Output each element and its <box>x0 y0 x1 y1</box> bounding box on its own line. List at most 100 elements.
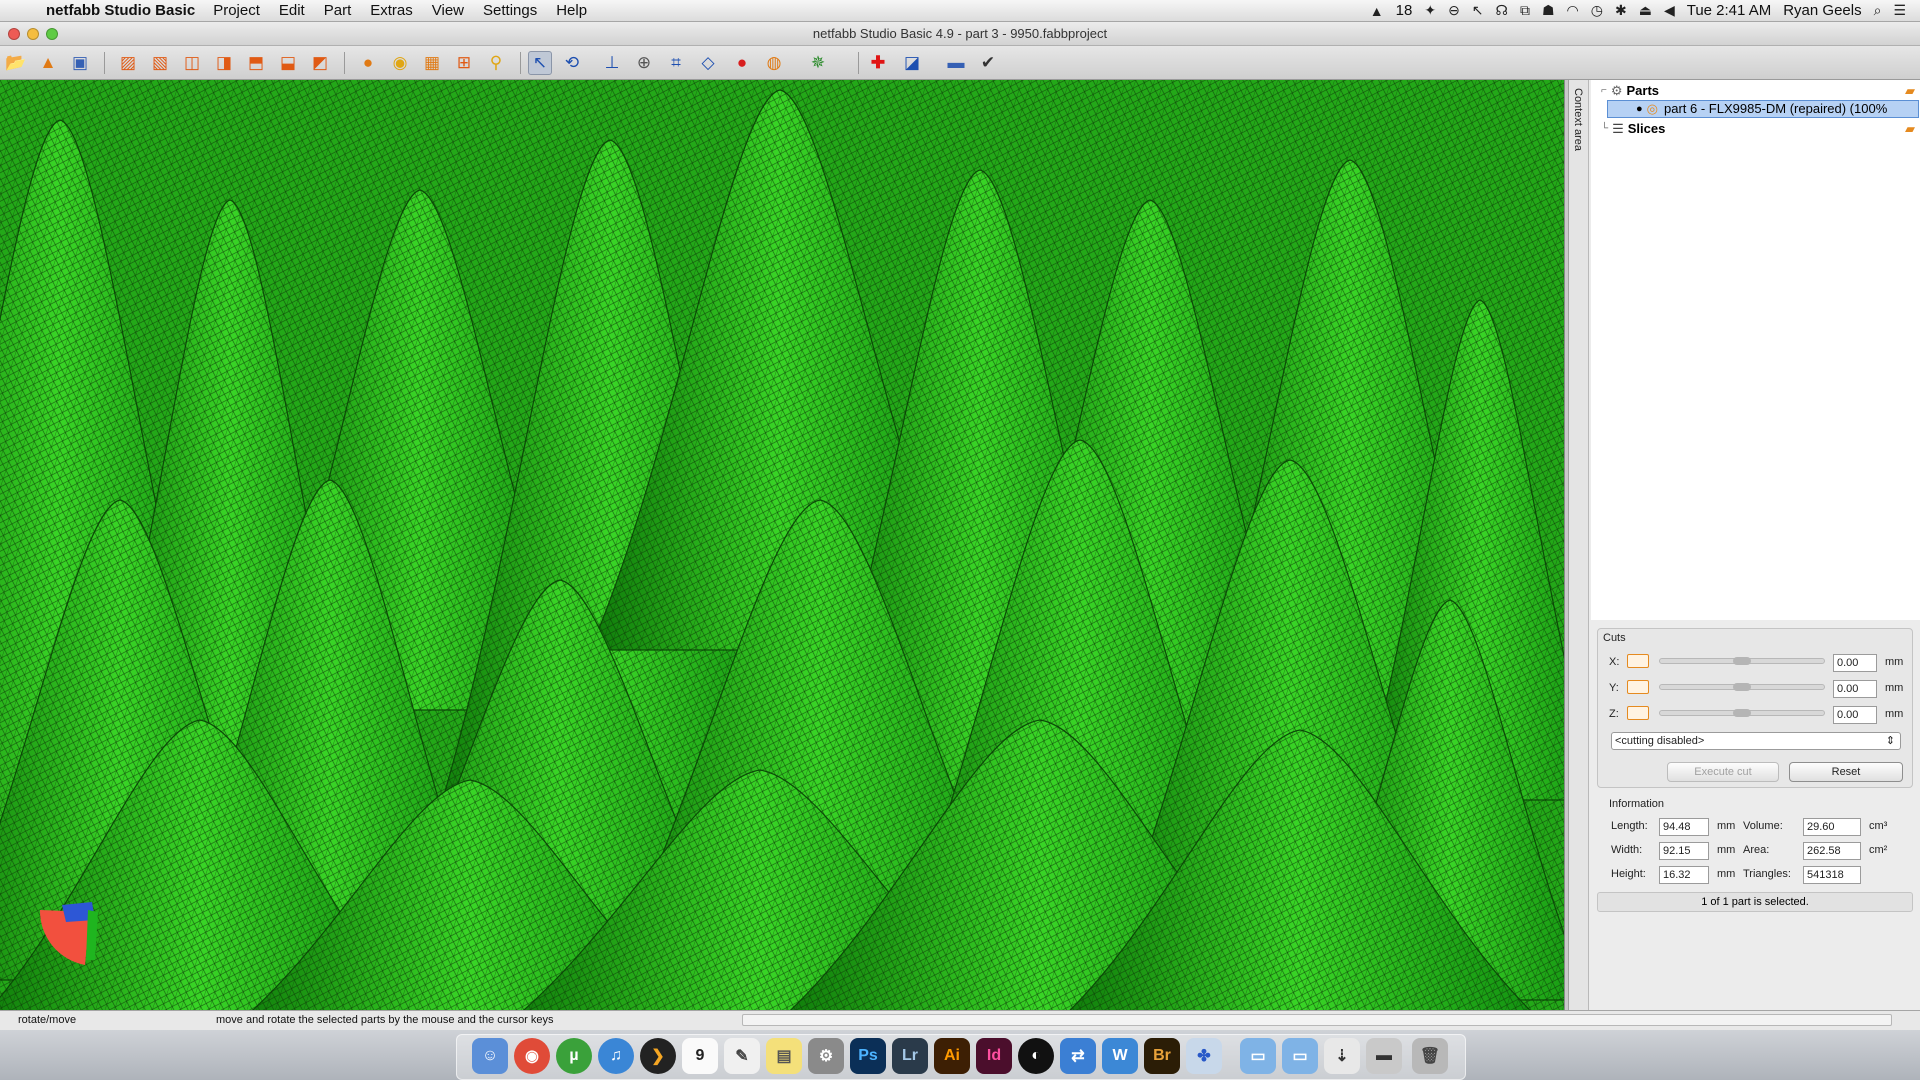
move-rotate-icon[interactable]: ⟲ <box>560 51 584 75</box>
downloads-icon[interactable]: ⇣ <box>1324 1038 1360 1074</box>
cut-mode-select[interactable]: <cutting disabled> ⇕ <box>1611 732 1901 750</box>
finder-icon[interactable]: ☺ <box>472 1038 508 1074</box>
view-front-icon[interactable]: ▨ <box>116 51 140 75</box>
close-window-button[interactable] <box>8 28 20 40</box>
eject-icon[interactable]: ⏏ <box>1639 2 1652 19</box>
photoshop-icon[interactable]: Ps <box>850 1038 886 1074</box>
utorrent-icon[interactable]: µ <box>556 1038 592 1074</box>
wireframe-icon[interactable]: ▦ <box>420 51 444 75</box>
slices-action-icon[interactable]: ▰ <box>1905 120 1915 138</box>
lightroom-icon[interactable]: Lr <box>892 1038 928 1074</box>
bridge-icon[interactable]: Br <box>1144 1038 1180 1074</box>
system-prefs-icon[interactable]: ⚙ <box>808 1038 844 1074</box>
volume-icon[interactable]: ◀ <box>1664 2 1675 19</box>
time-machine-icon[interactable]: ◷ <box>1591 2 1603 19</box>
menu-view[interactable]: View <box>432 2 464 19</box>
textedit-icon[interactable]: ✎ <box>724 1038 760 1074</box>
chrome-icon[interactable]: ◉ <box>514 1038 550 1074</box>
cut-x-input[interactable]: 0.00 <box>1833 654 1877 672</box>
stickies-icon[interactable]: ▤ <box>766 1038 802 1074</box>
view-left-icon[interactable]: ◫ <box>180 51 204 75</box>
part-visible-icon[interactable]: ● <box>1636 100 1643 118</box>
cut-x-slider-thumb[interactable] <box>1733 657 1751 665</box>
folder-icon[interactable]: ▭ <box>1282 1038 1318 1074</box>
screen-icon[interactable]: ⧉ <box>1520 2 1530 19</box>
view-bottom-icon[interactable]: ⬓ <box>276 51 300 75</box>
spotlight-icon[interactable]: ⌕ <box>1874 2 1882 19</box>
tree-node-parts[interactable]: ⌐ ⚙ Parts ▰ <box>1601 82 1917 100</box>
menu-settings[interactable]: Settings <box>483 2 537 19</box>
execute-cut-button[interactable]: Execute cut <box>1667 762 1779 782</box>
menu-edit[interactable]: Edit <box>279 2 305 19</box>
robot-icon[interactable]: ☗ <box>1542 2 1555 19</box>
ableton-icon[interactable]: ◐ <box>1018 1038 1054 1074</box>
globe-icon[interactable]: ◍ <box>762 51 786 75</box>
cut-z-slider-thumb[interactable] <box>1733 709 1751 717</box>
menu-extras[interactable]: Extras <box>370 2 413 19</box>
minimize-window-button[interactable] <box>27 28 39 40</box>
menu-help[interactable]: Help <box>556 2 587 19</box>
illustrator-icon[interactable]: Ai <box>934 1038 970 1074</box>
cut-z-toggle[interactable] <box>1627 706 1649 720</box>
adobe-tray-icon[interactable]: ▲ <box>1370 3 1384 19</box>
parts-action-icon[interactable]: ▰ <box>1905 82 1915 100</box>
slice-icon[interactable]: ◪ <box>900 51 924 75</box>
user-name[interactable]: Ryan Geels <box>1783 2 1861 19</box>
app-menu[interactable]: netfabb Studio Basic <box>46 2 195 19</box>
solid-icon[interactable]: ◉ <box>388 51 412 75</box>
tree-expander-icon[interactable]: ⌐ <box>1601 82 1607 100</box>
wand-icon[interactable]: ✵ <box>806 51 830 75</box>
netfabb-icon[interactable]: ✤ <box>1186 1038 1222 1074</box>
context-area-tab[interactable]: Context area <box>1569 80 1589 1010</box>
view-top-icon[interactable]: ⬒ <box>244 51 268 75</box>
menu-part[interactable]: Part <box>324 2 352 19</box>
zoom-window-button[interactable] <box>46 28 58 40</box>
view-back-icon[interactable]: ▧ <box>148 51 172 75</box>
mesh-render[interactable] <box>0 80 1565 1010</box>
plex-icon[interactable]: ❯ <box>640 1038 676 1074</box>
clock[interactable]: Tue 2:41 AM <box>1687 2 1772 19</box>
repair-cross-icon[interactable]: ✚ <box>866 51 890 75</box>
itunes-icon[interactable]: ♫ <box>598 1038 634 1074</box>
view-right-icon[interactable]: ◨ <box>212 51 236 75</box>
cut-y-input[interactable]: 0.00 <box>1833 680 1877 698</box>
view-iso-icon[interactable]: ◩ <box>308 51 332 75</box>
zoom-icon[interactable]: ⚲ <box>484 51 508 75</box>
teamviewer-icon[interactable]: ⇄ <box>1060 1038 1096 1074</box>
indesign-icon[interactable]: Id <box>976 1038 1012 1074</box>
calendar-icon[interactable]: 9 <box>682 1038 718 1074</box>
measure-icon[interactable]: ⊥ <box>600 51 624 75</box>
wifi-icon[interactable]: ◠ <box>1567 2 1579 19</box>
drive-icon[interactable]: ▬ <box>1366 1038 1402 1074</box>
section-icon[interactable]: ⌗ <box>664 51 688 75</box>
cursor-icon[interactable]: ↖ <box>1472 2 1484 19</box>
notification-center-icon[interactable]: ☰ <box>1893 2 1906 19</box>
bluetooth-icon[interactable]: ✱ <box>1615 2 1627 19</box>
open-project-icon[interactable]: 📂 <box>4 51 28 75</box>
folder-icon[interactable]: ▭ <box>1240 1038 1276 1074</box>
wunderlist-icon[interactable]: W <box>1102 1038 1138 1074</box>
3d-viewport[interactable] <box>0 80 1565 1010</box>
color-icon[interactable]: ● <box>730 51 754 75</box>
check-icon[interactable]: ✔ <box>976 51 1000 75</box>
cut-y-slider-thumb[interactable] <box>1733 683 1751 691</box>
cut-y-toggle[interactable] <box>1627 680 1649 694</box>
cut-x-toggle[interactable] <box>1627 654 1649 668</box>
sphere-shade-icon[interactable]: ● <box>356 51 380 75</box>
add-part-icon[interactable]: ▲ <box>36 51 60 75</box>
cut-z-input[interactable]: 0.00 <box>1833 706 1877 724</box>
headphones-icon[interactable]: ☊ <box>1496 2 1508 19</box>
import-icon[interactable]: ▣ <box>68 51 92 75</box>
pin-icon[interactable]: ⊕ <box>632 51 656 75</box>
reset-button[interactable]: Reset <box>1789 762 1903 782</box>
select-icon[interactable]: ↖ <box>528 51 552 75</box>
trash-icon[interactable]: 🗑 <box>1412 1038 1448 1074</box>
tree-node-part[interactable]: ● ◎ part 6 - FLX9985-DM (repaired) (100% <box>1607 100 1919 118</box>
ruler-icon[interactable]: ▬ <box>944 51 968 75</box>
dropbox-icon[interactable]: ✦ <box>1424 2 1436 19</box>
plane-icon[interactable]: ◇ <box>696 51 720 75</box>
menu-project[interactable]: Project <box>213 2 260 19</box>
zoom-fit-icon[interactable]: ⊞ <box>452 51 476 75</box>
tree-node-slices[interactable]: └ ☰ Slices ▰ <box>1601 120 1917 138</box>
sync-icon[interactable]: ⊖ <box>1448 2 1460 19</box>
